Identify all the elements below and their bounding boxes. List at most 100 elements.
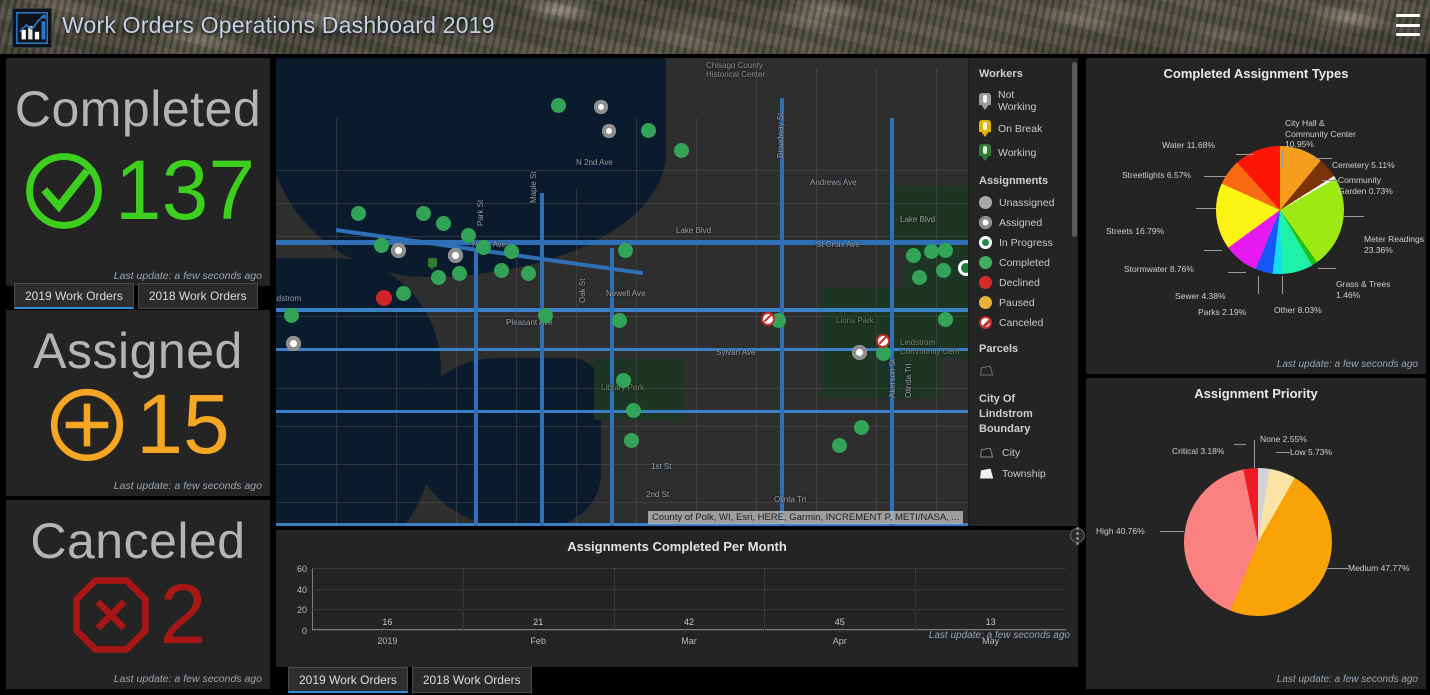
map-marker-canceled[interactable]	[761, 312, 775, 326]
legend-item-city[interactable]: City	[979, 446, 1078, 460]
legend-label: Not Working	[998, 89, 1037, 114]
legend-item-completed[interactable]: Completed	[979, 256, 1078, 270]
y-tick-label: 0	[301, 626, 307, 636]
pie-chart-priority[interactable]	[1184, 468, 1332, 616]
map-marker-completed[interactable]	[351, 206, 366, 221]
tab-2019-work-orders-bar[interactable]: 2019 Work Orders	[288, 667, 408, 693]
pie-label-city-hall: City Hall & Community Center 10.95%	[1285, 118, 1356, 150]
map-marker-completed[interactable]	[618, 243, 633, 258]
pie-leader-line	[1344, 216, 1364, 217]
legend-item-unassigned[interactable]: Unassigned	[979, 196, 1078, 210]
pie-label-cemetery: Cemetery 5.11%	[1332, 160, 1395, 170]
kpi-last-update-assigned: Last update: a few seconds ago	[113, 480, 262, 492]
map-legend[interactable]: Workers Not Working On Break Working Ass…	[968, 58, 1078, 526]
map-marker-assigned[interactable]	[286, 336, 301, 351]
legend-label: Declined	[999, 276, 1040, 289]
tab-2018-work-orders-bar[interactable]: 2018 Work Orders	[411, 667, 532, 693]
map-marker-assigned[interactable]	[594, 100, 608, 114]
map-marker-completed[interactable]	[938, 312, 953, 327]
legend-label: Working	[998, 146, 1037, 159]
map-label: Newell Ave	[606, 289, 646, 298]
legend-item-on-break[interactable]: On Break	[979, 120, 1078, 138]
map-marker-completed[interactable]	[284, 308, 299, 323]
map-marker-completed[interactable]	[906, 248, 921, 263]
polygon-white-icon	[980, 468, 994, 479]
legend-item-working[interactable]: Working	[979, 144, 1078, 162]
y-tick-label: 20	[296, 605, 307, 616]
map-marker-assigned[interactable]	[602, 124, 616, 138]
kpi-card-completed: Completed 137 Last update: a few seconds…	[6, 58, 270, 286]
bar-value-label: 45	[834, 617, 845, 627]
map-marker-completed[interactable]	[624, 433, 639, 448]
map-marker-completed[interactable]	[374, 238, 389, 253]
kpi-title-assigned: Assigned	[33, 323, 243, 379]
map-marker-completed[interactable]	[461, 228, 476, 243]
map-label: Andrews Ave	[810, 178, 857, 187]
map-canvas[interactable]: Maple St N 2nd Ave Broadway St Park St N…	[276, 58, 1078, 526]
legend-item-paused[interactable]: Paused	[979, 296, 1078, 310]
legend-label: Completed	[999, 256, 1050, 269]
legend-item-declined[interactable]: Declined	[979, 276, 1078, 290]
map-panel[interactable]: Maple St N 2nd Ave Broadway St Park St N…	[276, 58, 1078, 526]
map-marker-completed[interactable]	[452, 266, 467, 281]
map-marker-completed[interactable]	[924, 244, 939, 259]
map-marker-completed[interactable]	[476, 240, 491, 255]
legend-item-township[interactable]: Township	[979, 467, 1078, 481]
map-marker-completed[interactable]	[616, 373, 631, 388]
map-marker-completed[interactable]	[396, 286, 411, 301]
pie-chart-title-priority: Assignment Priority	[1194, 386, 1318, 401]
pie-label-stormwater: Stormwater 8.76%	[1124, 264, 1194, 274]
map-marker-declined[interactable]	[376, 290, 392, 306]
map-attribution: County of Polk, WI, Esri, HERE, Garmin, …	[648, 511, 964, 524]
map-marker-completed[interactable]	[436, 216, 451, 231]
map-marker-completed[interactable]	[538, 308, 553, 323]
legend-item-parcel[interactable]	[979, 364, 1078, 378]
map-marker-completed[interactable]	[551, 98, 566, 113]
map-marker-completed[interactable]	[431, 270, 446, 285]
bar-chart-icon	[12, 8, 52, 48]
map-marker-completed[interactable]	[416, 206, 431, 221]
legend-item-canceled[interactable]: Canceled	[979, 316, 1078, 330]
legend-label: Assigned	[999, 216, 1043, 229]
map-marker-completed[interactable]	[832, 438, 847, 453]
pie-leader-line	[1234, 444, 1246, 445]
map-label: Broadway St	[776, 112, 785, 158]
map-label: Lindstrom	[276, 294, 302, 303]
map-marker-completed[interactable]	[876, 346, 891, 361]
map-marker-completed[interactable]	[521, 266, 536, 281]
tab-2018-work-orders-completed[interactable]: 2018 Work Orders	[137, 283, 258, 309]
map-marker-completed[interactable]	[494, 263, 509, 278]
bar-chart-title: Assignments Completed Per Month	[567, 539, 787, 554]
pie-leader-line	[1254, 440, 1255, 468]
map-label: Lions Park	[836, 316, 874, 325]
map-worker-pin-working[interactable]	[428, 258, 437, 271]
map-marker-completed[interactable]	[674, 143, 689, 158]
bar-chart-plot: 60 40 20 0 16 2019 21 Feb 42 Mar 45 Apr	[297, 564, 1066, 646]
map-marker-canceled[interactable]	[876, 334, 890, 348]
map-marker-completed[interactable]	[938, 243, 953, 258]
legend-item-in-progress[interactable]: In Progress	[979, 236, 1078, 250]
map-marker-assigned[interactable]	[852, 345, 867, 360]
map-marker-completed[interactable]	[936, 263, 951, 278]
legend-item-assigned[interactable]: Assigned	[979, 216, 1078, 230]
bar-value-label: 21	[533, 617, 544, 627]
legend-scrollbar[interactable]	[1072, 62, 1077, 237]
pie-chart-types[interactable]	[1216, 146, 1344, 274]
map-marker-assigned[interactable]	[448, 248, 463, 263]
pie-leader-line	[1276, 452, 1290, 453]
map-marker-completed[interactable]	[912, 270, 927, 285]
tab-2019-work-orders-completed[interactable]: 2019 Work Orders	[14, 283, 134, 309]
map-marker-completed[interactable]	[854, 420, 869, 435]
hamburger-menu-icon[interactable]	[1396, 14, 1420, 36]
legend-item-not-working[interactable]: Not Working	[979, 89, 1078, 113]
pie-label-streetlights: Streetlights 6.57%	[1122, 170, 1191, 180]
pie-leader-line	[1322, 180, 1338, 181]
map-pin-icon	[979, 144, 991, 162]
map-marker-completed[interactable]	[641, 123, 656, 138]
pie-label-meter-readings: Meter Readings 23.36%	[1364, 234, 1425, 255]
grid-drag-handle-icon[interactable]	[1070, 526, 1085, 545]
map-marker-completed[interactable]	[626, 403, 641, 418]
map-marker-completed[interactable]	[612, 313, 627, 328]
map-marker-completed[interactable]	[504, 244, 519, 259]
map-marker-assigned[interactable]	[391, 243, 406, 258]
